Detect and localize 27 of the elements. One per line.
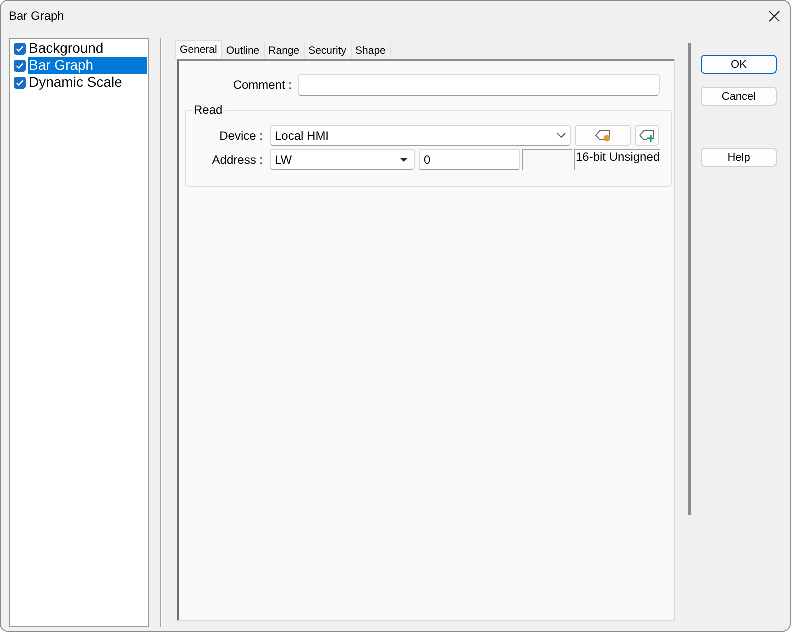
data-type-display: 16-bit Unsigned: [574, 149, 660, 170]
device-label: Device :: [218, 128, 263, 142]
dialog-button[interactable]: OK: [701, 55, 777, 74]
dialog-button[interactable]: Cancel: [701, 87, 777, 106]
comment-field[interactable]: [298, 74, 660, 96]
dropdown-arrow-icon: [400, 158, 408, 162]
comment-label: Comment :: [232, 78, 292, 92]
checkbox[interactable]: [14, 60, 26, 72]
tag-plus-icon: [639, 130, 655, 142]
list-item-label[interactable]: Dynamic Scale: [28, 74, 147, 91]
device-dropdown[interactable]: Local HMI: [270, 125, 571, 146]
list-item-label[interactable]: Background: [28, 40, 147, 57]
read-group-title: Read: [193, 103, 224, 117]
empty-display-field: [522, 149, 572, 170]
address-type-dropdown[interactable]: LW: [270, 149, 415, 170]
checkbox[interactable]: [14, 76, 26, 88]
tag-add-button[interactable]: [635, 125, 659, 146]
chevron-down-icon: [557, 133, 566, 138]
address-field[interactable]: 0: [419, 149, 520, 170]
window-title: Bar Graph: [9, 9, 64, 23]
list-item-label[interactable]: Bar Graph: [28, 57, 147, 74]
close-icon[interactable]: [769, 10, 780, 22]
tag-browse-button[interactable]: [575, 125, 631, 146]
checkbox[interactable]: [14, 42, 26, 54]
tab[interactable]: General: [175, 40, 222, 59]
address-label: Address :: [211, 152, 263, 166]
dialog-button[interactable]: Help: [701, 148, 777, 167]
